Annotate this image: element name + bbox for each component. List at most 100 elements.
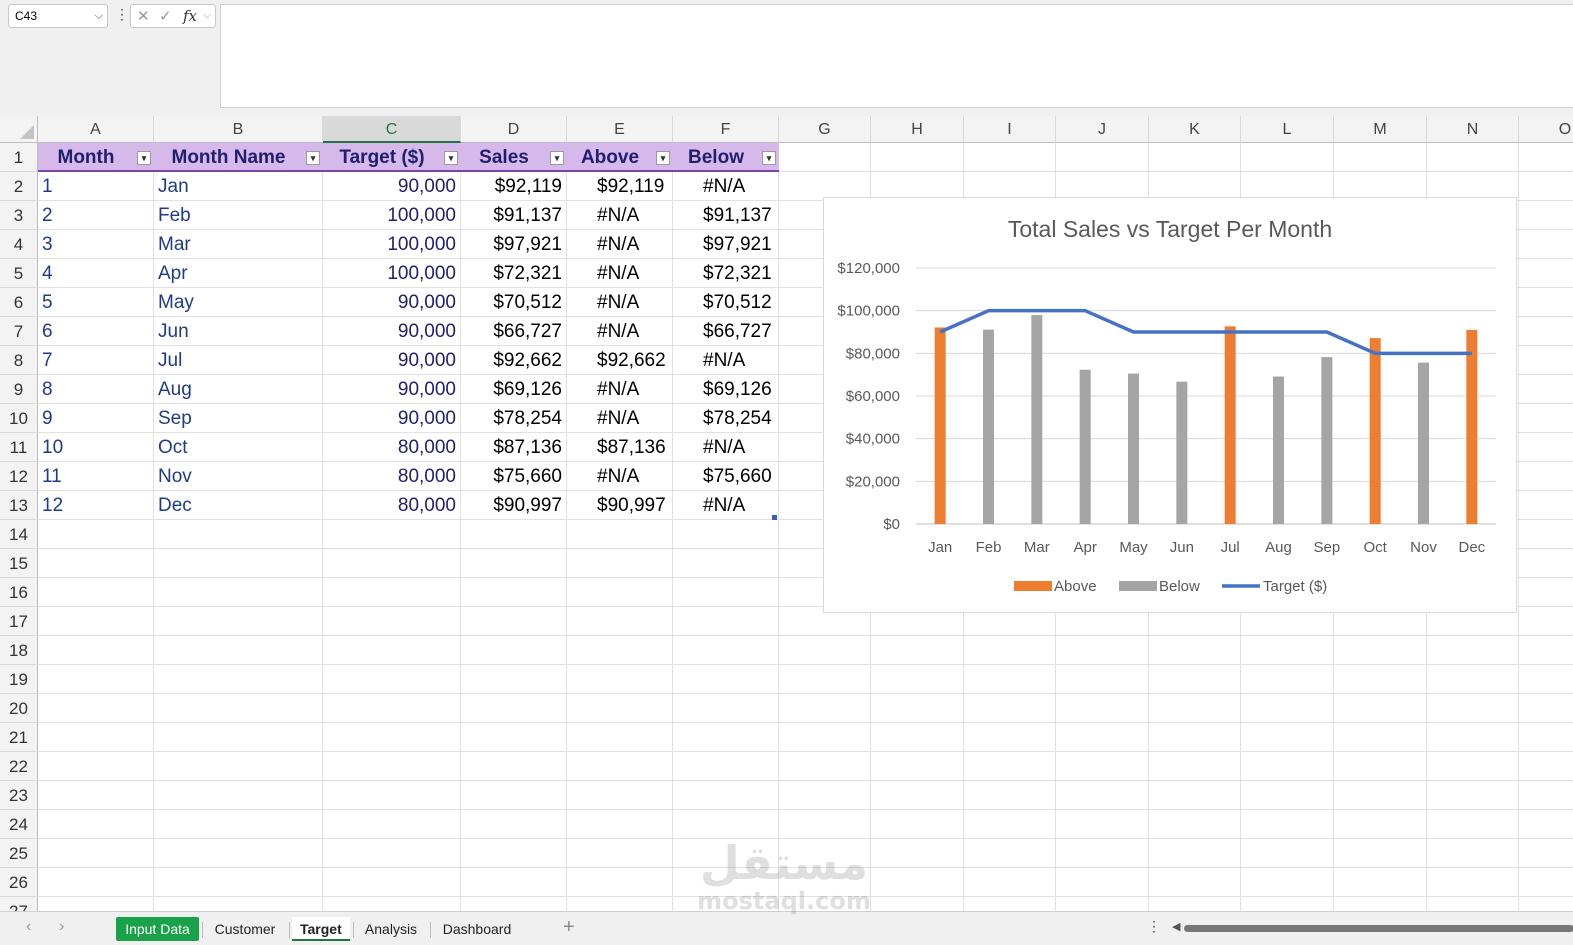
table-cell[interactable]: $92,119 <box>461 172 566 201</box>
horizontal-scrollbar[interactable]: ◀ <box>1172 920 1573 933</box>
prev-sheet-icon[interactable]: ‹ <box>26 918 31 936</box>
table-cell[interactable]: $90,997 <box>461 491 566 520</box>
column-header[interactable]: I <box>964 116 1056 143</box>
table-cell[interactable]: Feb <box>154 201 322 230</box>
table-cell[interactable]: $75,660 <box>673 462 778 491</box>
table-header-cell[interactable]: Month ▾ <box>38 143 154 172</box>
column-header[interactable]: C <box>323 116 461 143</box>
table-cell[interactable]: 90,000 <box>323 404 460 433</box>
table-cell[interactable]: $87,136 <box>461 433 566 462</box>
column-header[interactable]: A <box>38 116 154 143</box>
column-header[interactable]: O <box>1519 116 1573 143</box>
table-cell[interactable]: #N/A <box>567 201 672 230</box>
select-all-corner[interactable] <box>0 116 38 143</box>
row-header[interactable]: 3 <box>0 201 38 230</box>
table-cell[interactable]: 90,000 <box>323 172 460 201</box>
table-cell[interactable]: 1 <box>38 172 153 201</box>
table-cell[interactable]: Oct <box>154 433 322 462</box>
row-header[interactable]: 25 <box>0 839 38 868</box>
sheet-tab-dashboard[interactable]: Dashboard <box>433 917 521 941</box>
next-sheet-icon[interactable]: › <box>59 918 64 936</box>
table-cell[interactable]: #N/A <box>567 259 672 288</box>
table-cell[interactable]: 90,000 <box>323 288 460 317</box>
row-header[interactable]: 2 <box>0 172 38 201</box>
column-header[interactable]: B <box>154 116 323 143</box>
table-cell[interactable]: Jul <box>154 346 322 375</box>
table-cell[interactable]: 10 <box>38 433 153 462</box>
table-cell[interactable]: 90,000 <box>323 375 460 404</box>
row-header[interactable]: 1 <box>0 143 38 172</box>
table-cell[interactable]: #N/A <box>673 172 778 201</box>
column-header[interactable]: E <box>567 116 673 143</box>
table-cell[interactable]: #N/A <box>567 462 672 491</box>
chart-total-sales-vs-target[interactable]: Total Sales vs Target Per Month $0 $20,00… <box>823 197 1517 613</box>
table-cell[interactable]: #N/A <box>567 404 672 433</box>
row-header[interactable]: 22 <box>0 752 38 781</box>
row-header[interactable]: 9 <box>0 375 38 404</box>
table-header-cell[interactable]: Below ▾ <box>673 143 779 172</box>
table-cell[interactable]: Aug <box>154 375 322 404</box>
table-cell[interactable]: $70,512 <box>461 288 566 317</box>
table-header-cell[interactable]: Target ($) ▾ <box>323 143 461 172</box>
row-header[interactable]: 19 <box>0 665 38 694</box>
table-header-cell[interactable]: Month Name ▾ <box>154 143 323 172</box>
table-cell[interactable]: Nov <box>154 462 322 491</box>
insert-function-icon[interactable]: fx <box>183 7 197 25</box>
column-header[interactable]: L <box>1241 116 1334 143</box>
row-header[interactable]: 4 <box>0 230 38 259</box>
name-box[interactable]: C43 ⌵ <box>8 4 108 28</box>
table-cell[interactable]: 4 <box>38 259 153 288</box>
table-cell[interactable]: 6 <box>38 317 153 346</box>
table-cell[interactable]: #N/A <box>567 375 672 404</box>
table-cell[interactable]: $69,126 <box>673 375 778 404</box>
table-cell[interactable]: 11 <box>38 462 153 491</box>
table-cell[interactable]: 5 <box>38 288 153 317</box>
table-cell[interactable]: #N/A <box>567 288 672 317</box>
table-cell[interactable]: $70,512 <box>673 288 778 317</box>
table-cell[interactable]: #N/A <box>673 491 778 520</box>
table-cell[interactable]: $72,321 <box>673 259 778 288</box>
scroll-left-icon[interactable]: ◀ <box>1172 920 1180 933</box>
scroll-thumb[interactable] <box>1184 925 1573 932</box>
table-cell[interactable]: 7 <box>38 346 153 375</box>
table-cell[interactable]: 100,000 <box>323 230 460 259</box>
sheet-tab-input-data[interactable]: Input Data <box>116 917 199 941</box>
column-header[interactable]: F <box>673 116 779 143</box>
table-cell[interactable]: Sep <box>154 404 322 433</box>
row-header[interactable]: 10 <box>0 404 38 433</box>
row-header[interactable]: 26 <box>0 868 38 897</box>
row-header[interactable]: 12 <box>0 462 38 491</box>
table-cell[interactable]: $92,119 <box>567 172 672 201</box>
row-header[interactable]: 18 <box>0 636 38 665</box>
table-cell[interactable]: $75,660 <box>461 462 566 491</box>
table-cell[interactable]: $91,137 <box>461 201 566 230</box>
sheet-tab-customer[interactable]: Customer <box>205 917 285 941</box>
table-resize-handle[interactable] <box>772 515 777 520</box>
row-header[interactable]: 16 <box>0 578 38 607</box>
table-cell[interactable]: $78,254 <box>673 404 778 433</box>
filter-dropdown-icon[interactable]: ▾ <box>550 151 564 165</box>
filter-dropdown-icon[interactable]: ▾ <box>306 151 320 165</box>
filter-dropdown-icon[interactable]: ▾ <box>656 151 670 165</box>
table-cell[interactable]: Apr <box>154 259 322 288</box>
table-cell[interactable]: Jan <box>154 172 322 201</box>
row-header[interactable]: 15 <box>0 549 38 578</box>
table-cell[interactable]: 9 <box>38 404 153 433</box>
row-header[interactable]: 14 <box>0 520 38 549</box>
more-options-icon[interactable]: ⋮ <box>1147 918 1161 935</box>
table-cell[interactable]: $97,921 <box>461 230 566 259</box>
table-cell[interactable]: $90,997 <box>567 491 672 520</box>
cancel-icon[interactable]: ✕ <box>137 7 150 25</box>
row-header[interactable]: 5 <box>0 259 38 288</box>
table-cell[interactable]: Mar <box>154 230 322 259</box>
row-header[interactable]: 23 <box>0 781 38 810</box>
chevron-down-icon[interactable]: ⌵ <box>95 5 103 27</box>
row-header[interactable]: 21 <box>0 723 38 752</box>
filter-dropdown-icon[interactable]: ▾ <box>762 151 776 165</box>
table-cell[interactable]: 8 <box>38 375 153 404</box>
formula-input[interactable] <box>220 4 1573 108</box>
column-header[interactable]: K <box>1149 116 1241 143</box>
table-cell[interactable]: #N/A <box>673 433 778 462</box>
table-cell[interactable]: 100,000 <box>323 201 460 230</box>
table-cell[interactable]: $69,126 <box>461 375 566 404</box>
